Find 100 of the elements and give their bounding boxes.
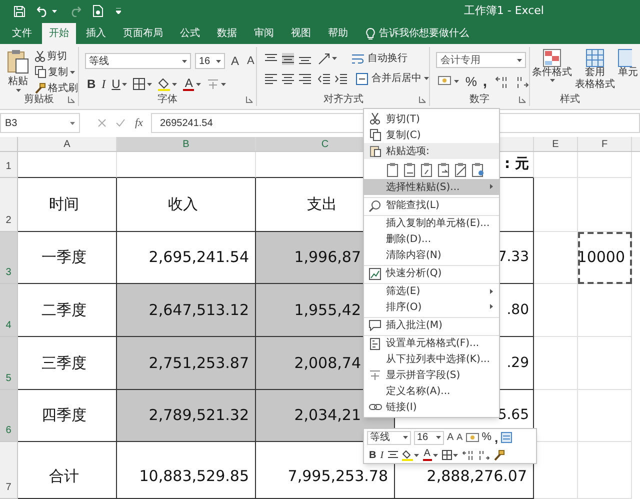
- format-cells-icon[interactable]: [501, 432, 512, 443]
- align-left-icon[interactable]: [265, 72, 278, 84]
- caret-icon[interactable]: [517, 58, 522, 62]
- caret-icon[interactable]: [147, 82, 152, 86]
- menu-item[interactable]: 智能查找(L): [364, 197, 499, 213]
- shrink-font-button[interactable]: A: [245, 52, 256, 70]
- font-color-button[interactable]: A: [422, 449, 432, 462]
- caret-icon[interactable]: [216, 60, 221, 62]
- row-header[interactable]: 7: [0, 442, 18, 499]
- column-header[interactable]: B: [117, 137, 256, 151]
- ribbon-tab[interactable]: 视图: [284, 23, 318, 44]
- check-icon[interactable]: [116, 119, 125, 127]
- clipboard-icon[interactable]: [471, 162, 486, 176]
- caret-icon[interactable]: [332, 57, 338, 60]
- format-as-table-button[interactable]: 套用 表格格式: [574, 49, 616, 91]
- align-center-icon[interactable]: [282, 72, 294, 84]
- ribbon-tab[interactable]: 页面布局: [116, 23, 170, 44]
- clipboard-icon[interactable]: [437, 162, 452, 176]
- row-header[interactable]: 3: [0, 232, 18, 284]
- ribbon-tab[interactable]: 审阅: [247, 23, 281, 44]
- grow-font-button[interactable]: A: [447, 430, 454, 445]
- row-header[interactable]: 1: [0, 152, 18, 178]
- currency-icon[interactable]: [466, 432, 479, 442]
- caret-icon[interactable]: [122, 82, 128, 86]
- lightbulb-icon[interactable]: [366, 28, 375, 40]
- row-header[interactable]: 4: [0, 284, 18, 337]
- customize-icon[interactable]: [116, 8, 121, 14]
- number-format-field[interactable]: 会计专用: [436, 52, 526, 68]
- bold-button[interactable]: B: [87, 75, 96, 93]
- row-header[interactable]: 6: [0, 390, 18, 442]
- caret-icon[interactable]: [432, 454, 438, 457]
- caret-icon[interactable]: [436, 436, 441, 439]
- caret-icon[interactable]: [414, 454, 419, 457]
- comma-style-button[interactable]: ,: [494, 431, 498, 444]
- row-header[interactable]: 2: [0, 178, 18, 232]
- increase-decimal-icon[interactable]: [462, 450, 474, 460]
- currency-icon[interactable]: [438, 76, 452, 88]
- clipboard-icon[interactable]: [454, 162, 469, 176]
- caret-icon[interactable]: [172, 82, 178, 86]
- font-size-field[interactable]: 16: [195, 53, 225, 69]
- touch-mode-icon[interactable]: [93, 5, 104, 17]
- caret-icon[interactable]: [70, 122, 75, 124]
- ribbon-tab[interactable]: 插入: [79, 23, 113, 44]
- column-header[interactable]: F: [578, 137, 632, 151]
- shrink-font-button[interactable]: A: [456, 430, 463, 444]
- column-header[interactable]: E: [534, 137, 578, 151]
- ribbon-tab[interactable]: 公式: [173, 23, 207, 44]
- cut-button[interactable]: 剪切: [35, 49, 78, 63]
- grow-font-button[interactable]: A: [229, 52, 242, 70]
- insert-function-button[interactable]: fx: [135, 114, 143, 132]
- save-icon[interactable]: [14, 6, 25, 16]
- menu-item[interactable]: 插入复制的单元格(E)...: [364, 215, 499, 231]
- ribbon-tab[interactable]: 文件: [5, 23, 39, 44]
- italic-button[interactable]: I: [380, 448, 384, 463]
- undo-icon[interactable]: [37, 6, 49, 16]
- decrease-indent-icon[interactable]: [318, 72, 330, 84]
- merge-center-button[interactable]: 合并后居中: [356, 71, 430, 86]
- align-center-icon[interactable]: [388, 450, 398, 460]
- paste-button[interactable]: 粘贴: [5, 48, 31, 95]
- font-size-field[interactable]: 16: [414, 430, 444, 444]
- menu-item[interactable]: 插入批注(M): [364, 317, 499, 333]
- align-right-icon[interactable]: [299, 72, 312, 84]
- dialog-launcher-icon[interactable]: [519, 96, 526, 103]
- menu-item[interactable]: 快速分析(Q): [364, 265, 499, 281]
- row-header[interactable]: 5: [0, 337, 18, 390]
- menu-item[interactable]: 剪切(T): [364, 111, 499, 127]
- caret-icon[interactable]: [221, 82, 226, 86]
- caret-icon[interactable]: [403, 436, 408, 439]
- caret-icon[interactable]: [424, 77, 430, 80]
- fill-color-icon[interactable]: [402, 450, 413, 461]
- font-name-field[interactable]: 等线: [85, 53, 191, 69]
- caret-icon[interactable]: [16, 89, 20, 92]
- underline-button[interactable]: U: [112, 75, 120, 93]
- decrease-decimal-icon[interactable]: [478, 450, 490, 460]
- wrap-text-button[interactable]: 自动换行: [352, 51, 408, 66]
- caret-icon[interactable]: [182, 60, 187, 62]
- format-painter-button[interactable]: 格式刷: [35, 81, 78, 95]
- orientation-icon[interactable]: [318, 52, 330, 64]
- menu-item[interactable]: 设置单元格格式(F)...: [364, 335, 499, 351]
- dialog-launcher-icon[interactable]: [246, 96, 254, 103]
- percent-button[interactable]: %: [465, 72, 477, 92]
- ribbon-tab[interactable]: 数据: [210, 23, 244, 44]
- dialog-launcher-icon[interactable]: [68, 96, 75, 103]
- caret-icon[interactable]: [52, 10, 57, 12]
- borders-icon[interactable]: [133, 78, 146, 90]
- font-color-button[interactable]: A: [183, 77, 194, 91]
- borders-icon[interactable]: [442, 450, 452, 460]
- ribbon-tab[interactable]: 帮助: [321, 23, 355, 44]
- decrease-decimal-icon[interactable]: [515, 76, 530, 88]
- caret-icon[interactable]: [70, 70, 75, 74]
- cell-styles-button[interactable]: 单元: [618, 49, 638, 91]
- caret-icon[interactable]: [454, 80, 460, 84]
- conditional-formatting-button[interactable]: 条件格式: [532, 49, 572, 91]
- clipboard-icon[interactable]: [420, 162, 435, 176]
- caret-icon[interactable]: [196, 82, 202, 86]
- tell-me-field[interactable]: 告诉我你想要做什么: [379, 26, 469, 41]
- clipboard-icon[interactable]: [386, 162, 401, 176]
- clipboard-icon[interactable]: [403, 162, 418, 176]
- menu-item[interactable]: 筛选(E): [364, 283, 499, 299]
- increase-decimal-icon[interactable]: [495, 76, 510, 88]
